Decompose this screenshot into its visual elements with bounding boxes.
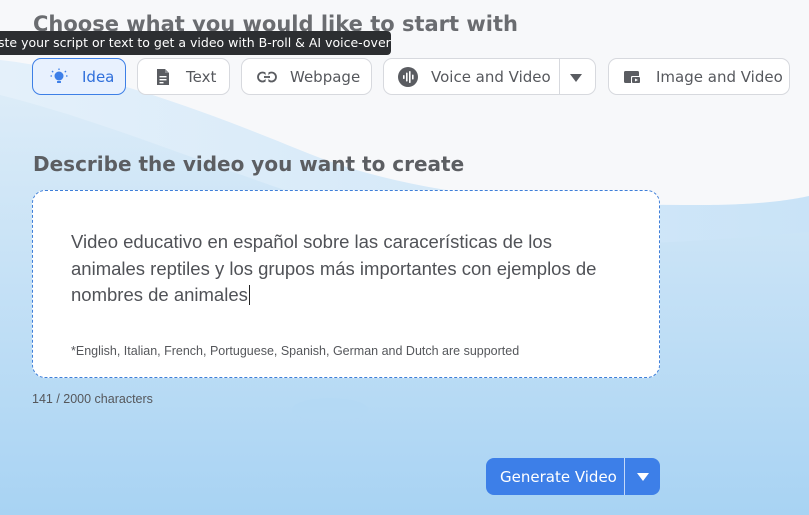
prompt-title: Describe the video you want to create bbox=[33, 152, 465, 176]
generate-video-label: Generate Video bbox=[500, 467, 617, 486]
button-divider bbox=[624, 458, 625, 495]
image-video-icon bbox=[623, 67, 643, 87]
link-icon bbox=[257, 67, 277, 87]
option-label: Webpage bbox=[290, 67, 361, 86]
option-label: Voice and Video bbox=[431, 67, 551, 86]
prompt-value-text: Video educativo en español sobre las car… bbox=[71, 231, 597, 305]
prompt-textarea[interactable]: Video educativo en español sobre las car… bbox=[32, 190, 660, 378]
option-image-and-video[interactable]: Image and Video bbox=[608, 58, 790, 95]
option-webpage[interactable]: Webpage bbox=[241, 58, 372, 95]
voice-wave-icon bbox=[398, 66, 418, 87]
option-voice-and-video[interactable]: Voice and Video bbox=[383, 58, 596, 95]
character-counter: 141 / 2000 characters bbox=[32, 392, 153, 406]
option-label: Text bbox=[186, 67, 217, 86]
prompt-value[interactable]: Video educativo en español sobre las car… bbox=[71, 229, 631, 309]
lightbulb-icon bbox=[49, 67, 69, 87]
supported-languages-note: *English, Italian, French, Portuguese, S… bbox=[71, 344, 520, 358]
text-cursor bbox=[248, 285, 250, 305]
option-text[interactable]: Text bbox=[137, 58, 230, 95]
generate-video-button[interactable]: Generate Video bbox=[486, 458, 660, 495]
generate-options-dropdown[interactable] bbox=[625, 458, 660, 495]
option-label: Image and Video bbox=[656, 67, 783, 86]
option-label: Idea bbox=[82, 67, 115, 86]
tooltip: ste your script or text to get a video w… bbox=[0, 31, 391, 55]
chevron-down-icon bbox=[636, 472, 649, 481]
option-divider bbox=[559, 59, 560, 94]
chevron-down-icon[interactable] bbox=[569, 70, 583, 88]
option-idea[interactable]: Idea bbox=[32, 58, 126, 95]
document-icon bbox=[153, 67, 173, 87]
